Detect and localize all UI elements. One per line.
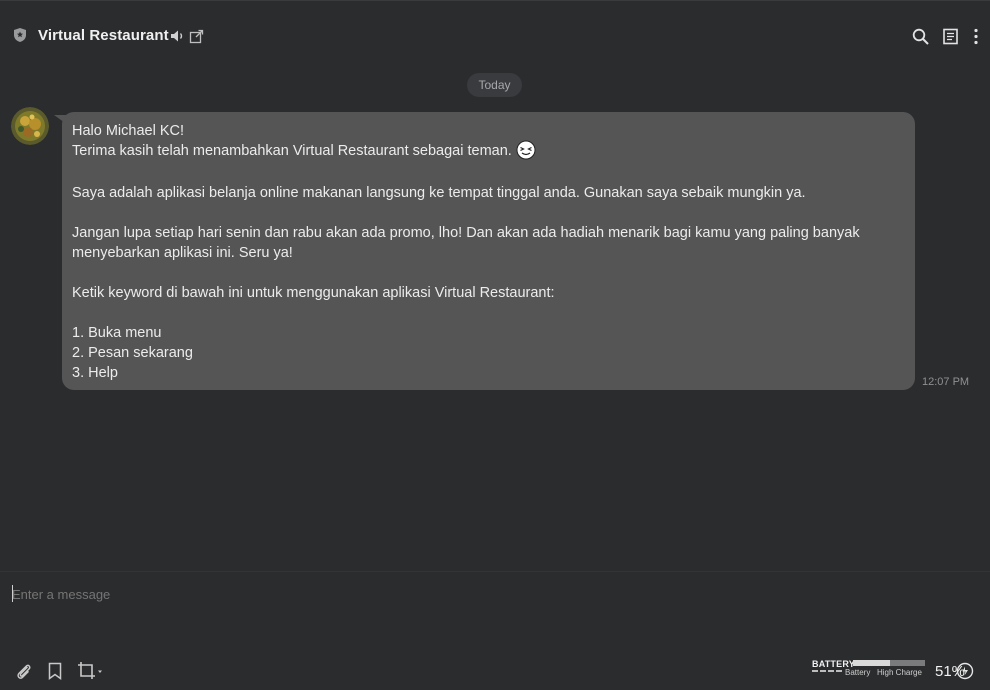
- battery-ring-icon: [956, 662, 974, 680]
- message-line: Terima kasih telah menambahkan Virtual R…: [72, 140, 905, 161]
- chat-title[interactable]: Virtual Restaurant: [38, 27, 169, 44]
- menu-option: 3. Help: [72, 365, 118, 381]
- avatar[interactable]: [11, 107, 49, 145]
- battery-level-bar: [853, 660, 925, 666]
- message-line: menyebarkan aplikasi ini. Seru ya!: [72, 245, 293, 261]
- message-line: Jangan lupa setiap hari senin dan rabu a…: [72, 225, 860, 241]
- shield-icon: [14, 28, 26, 42]
- message-line: Halo Michael KC!: [72, 123, 185, 139]
- bookmark-icon[interactable]: [47, 662, 63, 680]
- more-icon[interactable]: [970, 28, 982, 45]
- note-icon[interactable]: [942, 28, 959, 45]
- battery-status: High Charge: [877, 668, 922, 677]
- message-input[interactable]: [12, 584, 912, 604]
- battery-level-fill: [853, 660, 890, 666]
- menu-option: 2. Pesan sekarang: [72, 345, 193, 361]
- message-line: Saya adalah aplikasi belanja online maka…: [72, 185, 806, 201]
- popout-icon[interactable]: [189, 29, 204, 44]
- paperclip-icon[interactable]: [15, 661, 33, 681]
- menu-option: 1. Buka menu: [72, 325, 162, 341]
- speaker-icon[interactable]: [170, 29, 186, 43]
- crop-icon[interactable]: [77, 661, 105, 681]
- battery-dashes: [812, 670, 842, 672]
- chat-header: Virtual Restaurant: [0, 0, 990, 70]
- composer-divider: [0, 571, 990, 572]
- smiley-emoji-icon: [516, 140, 536, 160]
- battery-widget: BATTERY Battery High Charge 51%: [811, 658, 990, 688]
- message-bubble[interactable]: Halo Michael KC! Terima kasih telah mena…: [62, 112, 915, 390]
- message-line: Ketik keyword di bawah ini untuk menggun…: [72, 285, 555, 301]
- battery-sub-label: Battery: [845, 668, 871, 677]
- text-caret: [12, 585, 13, 602]
- message-timestamp: 12:07 PM: [922, 376, 970, 388]
- date-divider: Today: [467, 73, 522, 97]
- search-icon[interactable]: [912, 28, 929, 45]
